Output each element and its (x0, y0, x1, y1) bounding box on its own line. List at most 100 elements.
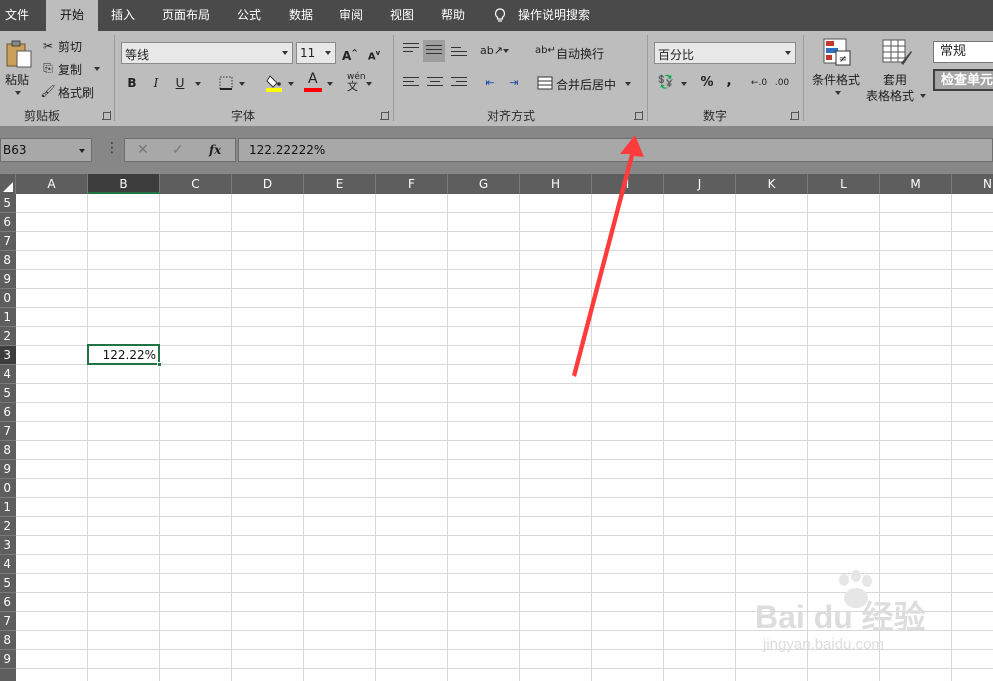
conditional-formatting-button[interactable]: 条件格式 (812, 71, 860, 88)
row-header[interactable]: 6 (0, 213, 16, 232)
underline-dropdown-icon[interactable] (195, 82, 201, 86)
borders-dropdown-icon[interactable] (239, 82, 245, 86)
row-header[interactable]: 4 (0, 365, 16, 384)
paste-dropdown-icon[interactable] (15, 91, 21, 95)
increase-indent-icon[interactable]: ⇥ (504, 73, 524, 93)
column-header-selected[interactable]: B (88, 174, 160, 194)
enter-icon[interactable]: ✓ (172, 142, 184, 158)
underline-button[interactable]: U (170, 73, 190, 93)
font-name-combo[interactable]: 等线 (121, 42, 293, 64)
accounting-format-icon[interactable]: 💱 (656, 73, 676, 93)
row-header[interactable]: 5 (0, 574, 16, 593)
phonetic-guide-button[interactable]: wén 文 (347, 72, 366, 93)
column-header[interactable]: M (880, 174, 952, 194)
decrease-decimal-icon[interactable]: .00 (772, 73, 792, 93)
row-header[interactable]: 8 (0, 441, 16, 460)
column-header[interactable]: N (952, 174, 993, 194)
insert-function-button[interactable]: fx (209, 143, 221, 157)
format-as-table-label-1[interactable]: 套用 (883, 71, 907, 88)
row-header[interactable]: 4 (0, 555, 16, 574)
row-header[interactable]: 7 (0, 612, 16, 631)
format-as-table-dropdown-icon[interactable] (920, 94, 926, 98)
increase-font-size-icon[interactable]: A^ (340, 43, 360, 63)
row-header[interactable]: 0 (0, 289, 16, 308)
align-top-icon[interactable] (403, 43, 419, 55)
column-header[interactable]: G (448, 174, 520, 194)
tab-formulas[interactable]: 公式 (230, 0, 268, 31)
row-header[interactable]: 8 (0, 251, 16, 270)
cancel-icon[interactable]: ✕ (137, 142, 149, 158)
decrease-font-size-icon[interactable]: Av (364, 43, 384, 63)
borders-icon[interactable] (219, 76, 233, 90)
cut-button[interactable]: 剪切 (58, 38, 82, 55)
row-header[interactable]: 9 (0, 650, 16, 669)
orientation-icon[interactable]: ab↗ (480, 41, 503, 61)
merge-dropdown-icon[interactable] (625, 82, 631, 86)
italic-button[interactable]: I (146, 73, 166, 93)
fill-color-icon[interactable] (265, 73, 283, 93)
phonetic-dropdown-icon[interactable] (366, 82, 372, 86)
row-header[interactable]: 5 (0, 194, 16, 213)
tab-help[interactable]: 帮助 (434, 0, 472, 31)
cell-style-check-cell[interactable]: 检查单元 (933, 69, 993, 91)
copy-button[interactable]: 复制 (58, 61, 82, 78)
column-header[interactable]: J (664, 174, 736, 194)
active-cell[interactable]: 122.22% (87, 344, 162, 367)
bold-button[interactable]: B (122, 73, 142, 93)
more-options-icon[interactable]: ⋮ (105, 140, 119, 156)
align-bottom-icon[interactable] (451, 47, 467, 59)
fill-handle[interactable] (157, 362, 162, 367)
row-header[interactable]: 9 (0, 270, 16, 289)
number-format-combo[interactable]: 百分比 (654, 42, 796, 64)
copy-dropdown-icon[interactable] (94, 67, 100, 71)
accounting-dropdown-icon[interactable] (681, 82, 687, 86)
wrap-text-button[interactable]: 自动换行 (556, 45, 604, 62)
name-box[interactable]: B63 (0, 138, 92, 162)
comma-style-button[interactable]: , (719, 71, 739, 91)
align-left-icon[interactable] (403, 77, 419, 89)
tab-view[interactable]: 视图 (383, 0, 421, 31)
select-all-button[interactable] (0, 174, 16, 194)
row-header[interactable]: 7 (0, 232, 16, 251)
row-header[interactable]: 2 (0, 327, 16, 346)
percent-style-button[interactable]: % (697, 73, 717, 93)
row-header[interactable]: 6 (0, 593, 16, 612)
row-header[interactable]: 3 (0, 346, 16, 365)
tab-home[interactable]: 开始 (46, 0, 98, 33)
paste-button[interactable]: 粘贴 (5, 71, 29, 88)
row-header[interactable]: 5 (0, 384, 16, 403)
orientation-dropdown-icon[interactable] (503, 49, 509, 53)
number-launcher-icon[interactable] (790, 111, 799, 120)
tell-me-search[interactable]: 操作说明搜索 (518, 0, 598, 31)
column-header[interactable]: E (304, 174, 376, 194)
conditional-formatting-dropdown-icon[interactable] (835, 91, 841, 95)
row-header[interactable]: 2 (0, 517, 16, 536)
row-header[interactable]: 7 (0, 422, 16, 441)
font-color-button[interactable]: A (304, 71, 322, 93)
column-header[interactable]: D (232, 174, 304, 194)
format-painter-button[interactable]: 格式刷 (58, 84, 94, 101)
merge-center-button[interactable]: 合并后居中 (556, 76, 616, 93)
align-right-icon[interactable] (451, 77, 467, 89)
tab-data[interactable]: 数据 (282, 0, 320, 31)
font-size-combo[interactable]: 11 (296, 42, 336, 64)
increase-decimal-icon[interactable]: ←.0 (749, 73, 769, 93)
row-header[interactable]: 1 (0, 498, 16, 517)
row-header[interactable]: 3 (0, 536, 16, 555)
column-header[interactable]: F (376, 174, 448, 194)
format-as-table-label-2[interactable]: 表格格式 (866, 87, 914, 104)
column-header[interactable]: L (808, 174, 880, 194)
clipboard-launcher-icon[interactable] (102, 111, 111, 120)
row-header[interactable]: 0 (0, 479, 16, 498)
decrease-indent-icon[interactable]: ⇤ (480, 73, 500, 93)
column-header[interactable]: A (16, 174, 88, 194)
tab-file[interactable]: 文件 (0, 0, 34, 31)
align-center-icon[interactable] (427, 77, 443, 89)
font-color-dropdown-icon[interactable] (327, 82, 333, 86)
alignment-launcher-icon[interactable] (634, 111, 643, 120)
column-header[interactable]: K (736, 174, 808, 194)
row-header[interactable]: 6 (0, 403, 16, 422)
tab-insert[interactable]: 插入 (104, 0, 142, 31)
column-header[interactable]: C (160, 174, 232, 194)
tab-review[interactable]: 审阅 (332, 0, 370, 31)
